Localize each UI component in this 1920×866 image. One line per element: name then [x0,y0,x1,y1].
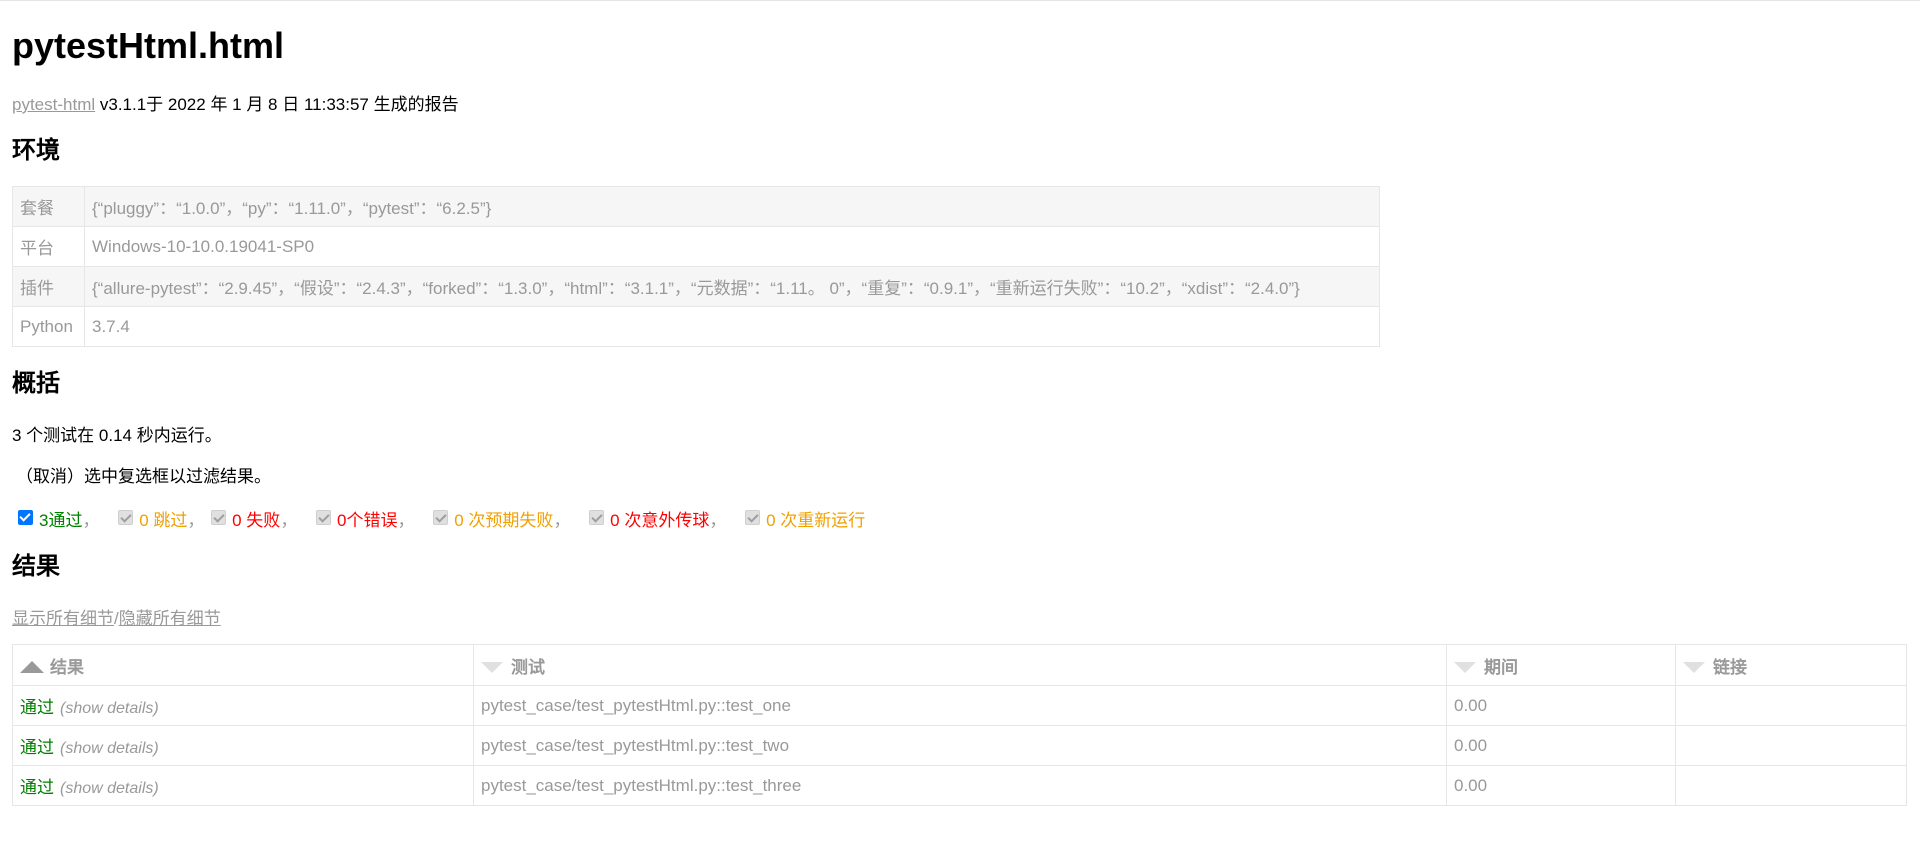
test-name-cell: pytest_case/test_pytestHtml.py::test_thr… [473,765,1447,806]
sort-inactive-icon [1454,662,1476,674]
results-header-row: 结果 测试 期间 链接 [12,644,1907,686]
show-details-toggle[interactable]: (show details) [60,700,159,717]
filter-xpassed-label: 0 次意外传球 [610,511,710,530]
filter-failed-label: 0 失败 [232,511,281,530]
results-heading: 结果 [12,553,60,580]
result-status: 通过 [20,698,54,717]
environment-table: 套餐 {“pluggy”：“1.0.0”，“py”：“1.11.0”，“pyte… [12,186,1380,347]
result-cell[interactable]: 通过 (show details) [12,685,474,726]
filter-separator: ， [709,511,727,530]
env-value: Windows-10-10.0.19041-SP0 [84,226,1380,267]
environment-heading: 环境 [12,137,60,164]
filter-xfailed-label: 0 次预期失败 [454,511,554,530]
show-details-toggle[interactable]: (show details) [60,740,159,757]
show-all-details-link[interactable]: 显示所有细节 [12,609,114,628]
column-header-label: 测试 [511,657,545,677]
test-name-cell: pytest_case/test_pytestHtml.py::test_two [473,725,1447,766]
checkbox-rerun[interactable] [745,510,761,525]
results-table: 结果 测试 期间 链接 通过 (show details) pytest_case… [12,644,1907,806]
duration-cell: 0.00 [1446,725,1676,766]
filter-skipped[interactable]: 0 跳过 [118,506,187,531]
checkbox-xfailed[interactable] [433,510,449,525]
generated-text: v3.1.1于 2022 年 1 月 8 日 11:33:57 生成的报告 [95,95,459,114]
filter-separator: ， [280,511,298,530]
table-row[interactable]: 通过 (show details) pytest_case/test_pytest… [12,725,1907,766]
filter-errors-label: 0个错误 [337,511,398,530]
links-cell [1675,765,1907,806]
env-row: 套餐 {“pluggy”：“1.0.0”，“py”：“1.11.0”，“pyte… [12,186,1380,227]
filter-rerun-label: 0 次重新运行 [766,511,866,530]
filter-rerun[interactable]: 0 次重新运行 [745,506,865,531]
hide-all-details-link[interactable]: 隐藏所有细节 [119,609,221,628]
column-header-label: 期间 [1484,657,1518,677]
checkbox-passed[interactable] [18,510,33,525]
filter-checkboxes: 3通过， 0 跳过， 0 失败， 0个错误， 0 次预期失败， 0 次意外传球，… [18,506,865,531]
links-cell [1675,685,1907,726]
result-cell[interactable]: 通过 (show details) [12,765,474,806]
env-key: 套餐 [12,186,85,227]
column-header-result[interactable]: 结果 [12,644,474,686]
filter-separator: ， [397,511,415,530]
checkbox-xpassed[interactable] [589,510,605,525]
pytest-html-link[interactable]: pytest-html [12,95,95,114]
filter-separator: ， [187,511,205,530]
filter-xpassed[interactable]: 0 次意外传球 [589,506,709,531]
env-row: 插件 {“allure-pytest”：“2.9.45”，“假设”：“2.4.3… [12,266,1380,307]
checkbox-failed[interactable] [211,510,227,525]
test-name-cell: pytest_case/test_pytestHtml.py::test_one [473,685,1447,726]
result-cell[interactable]: 通过 (show details) [12,725,474,766]
env-value: 3.7.4 [84,306,1380,347]
column-header-links[interactable]: 链接 [1675,644,1907,686]
filter-hint-text: （取消）选中复选框以过滤结果。 [16,467,271,486]
summary-heading: 概括 [12,370,60,397]
page-title: pytestHtml.html [12,25,285,66]
filter-separator: ， [553,511,571,530]
filter-passed[interactable]: 3通过 [18,506,82,531]
show-details-toggle[interactable]: (show details) [60,780,159,797]
env-key: 平台 [12,226,85,267]
details-toggle-links: 显示所有细节/隐藏所有细节 [12,604,221,629]
checkbox-skipped[interactable] [118,510,134,525]
env-value: {“pluggy”：“1.0.0”，“py”：“1.11.0”，“pytest”… [84,186,1380,227]
sort-ascending-icon [20,660,44,673]
result-status: 通过 [20,778,54,797]
checkbox-errors[interactable] [316,510,332,525]
sort-inactive-icon [481,662,503,674]
env-key: 插件 [12,266,85,307]
filter-errors[interactable]: 0个错误 [316,506,398,531]
sort-inactive-icon [1683,662,1705,674]
links-cell [1675,725,1907,766]
table-row[interactable]: 通过 (show details) pytest_case/test_pytest… [12,765,1907,806]
filter-skipped-label: 0 跳过 [139,511,188,530]
env-key: Python [12,306,85,347]
filter-separator: ， [82,511,100,530]
env-value: {“allure-pytest”：“2.9.45”，“假设”：“2.4.3”，“… [84,266,1380,307]
column-header-label: 链接 [1713,657,1747,677]
column-header-label: 结果 [50,657,84,677]
duration-cell: 0.00 [1446,685,1676,726]
duration-cell: 0.00 [1446,765,1676,806]
env-row: 平台 Windows-10-10.0.19041-SP0 [12,226,1380,267]
table-row[interactable]: 通过 (show details) pytest_case/test_pytest… [12,685,1907,726]
report-page: pytestHtml.html pytest-html v3.1.1于 2022… [0,1,1920,115]
filter-passed-label: 3通过 [39,511,83,530]
filter-xfailed[interactable]: 0 次预期失败 [433,506,553,531]
column-header-test[interactable]: 测试 [473,644,1447,686]
env-row: Python 3.7.4 [12,306,1380,347]
filter-failed[interactable]: 0 失败 [211,506,280,531]
result-status: 通过 [20,738,54,757]
generated-line: pytest-html v3.1.1于 2022 年 1 月 8 日 11:33… [12,95,1920,115]
column-header-duration[interactable]: 期间 [1446,644,1676,686]
run-summary-text: 3 个测试在 0.14 秒内运行。 [12,426,222,445]
